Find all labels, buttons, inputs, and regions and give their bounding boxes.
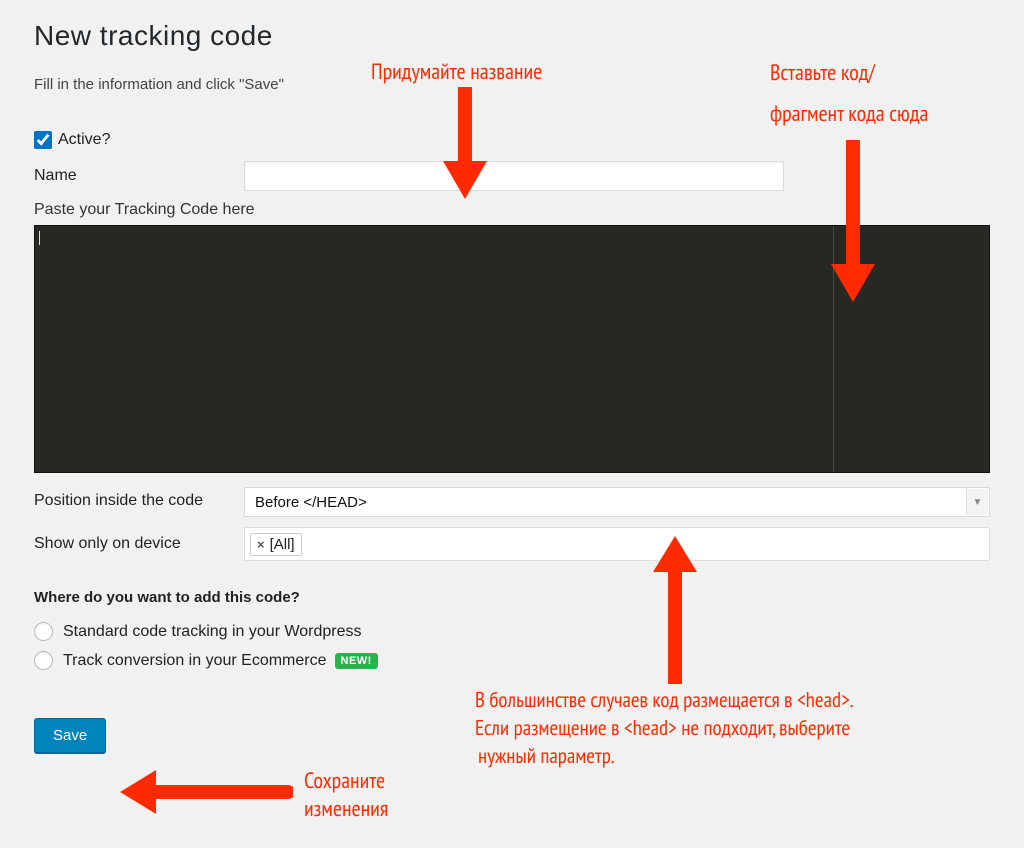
anno-pos-l3: нужный параметр.: [478, 742, 615, 769]
anno-pos-l1: В большинстве случаев код размещается в …: [475, 686, 854, 713]
anno-save-l1: Сохраните: [304, 767, 385, 796]
anno-code-l1: Вставьте код/: [770, 59, 875, 88]
active-checkbox[interactable]: [34, 131, 52, 149]
radio-icon: [34, 651, 53, 670]
position-label: Position inside the code: [34, 487, 244, 512]
arrow-down-icon: [823, 140, 883, 310]
arrow-down-icon: [435, 87, 495, 205]
device-tag-all[interactable]: × [All]: [250, 533, 302, 556]
radio-icon: [34, 622, 53, 641]
arrow-left-icon: [118, 764, 293, 820]
chevron-down-icon: ▼: [966, 489, 988, 515]
arrow-up-icon: [645, 534, 705, 684]
radio-conversion-label: Track conversion in your Ecommerce: [63, 652, 327, 670]
name-input[interactable]: [244, 161, 784, 191]
radio-standard-tracking[interactable]: Standard code tracking in your Wordpress: [34, 622, 990, 641]
where-add-code-question: Where do you want to add this code?: [34, 589, 990, 606]
device-label: Show only on device: [34, 535, 244, 553]
active-label: Active?: [58, 131, 110, 149]
position-select[interactable]: Before </HEAD> ▼: [244, 487, 990, 517]
position-select-value: Before </HEAD>: [255, 494, 367, 511]
device-tag-input[interactable]: × [All]: [244, 527, 990, 561]
name-label: Name: [34, 167, 244, 185]
page-title: New tracking code: [34, 20, 990, 52]
cursor-icon: [39, 231, 40, 245]
radio-standard-label: Standard code tracking in your Wordpress: [63, 623, 362, 641]
device-tag-label: [All]: [270, 536, 295, 553]
anno-name: Придумайте название: [371, 58, 542, 87]
anno-save-l2: изменения: [304, 795, 388, 824]
new-badge: NEW!: [335, 653, 378, 669]
close-icon[interactable]: ×: [257, 537, 265, 552]
anno-pos-l2: Если размещение в <head> не подходит, вы…: [475, 714, 850, 741]
anno-code-l2: фрагмент кода сюда: [770, 100, 928, 129]
save-button[interactable]: Save: [34, 718, 106, 753]
radio-track-conversion[interactable]: Track conversion in your Ecommerce NEW!: [34, 651, 990, 670]
